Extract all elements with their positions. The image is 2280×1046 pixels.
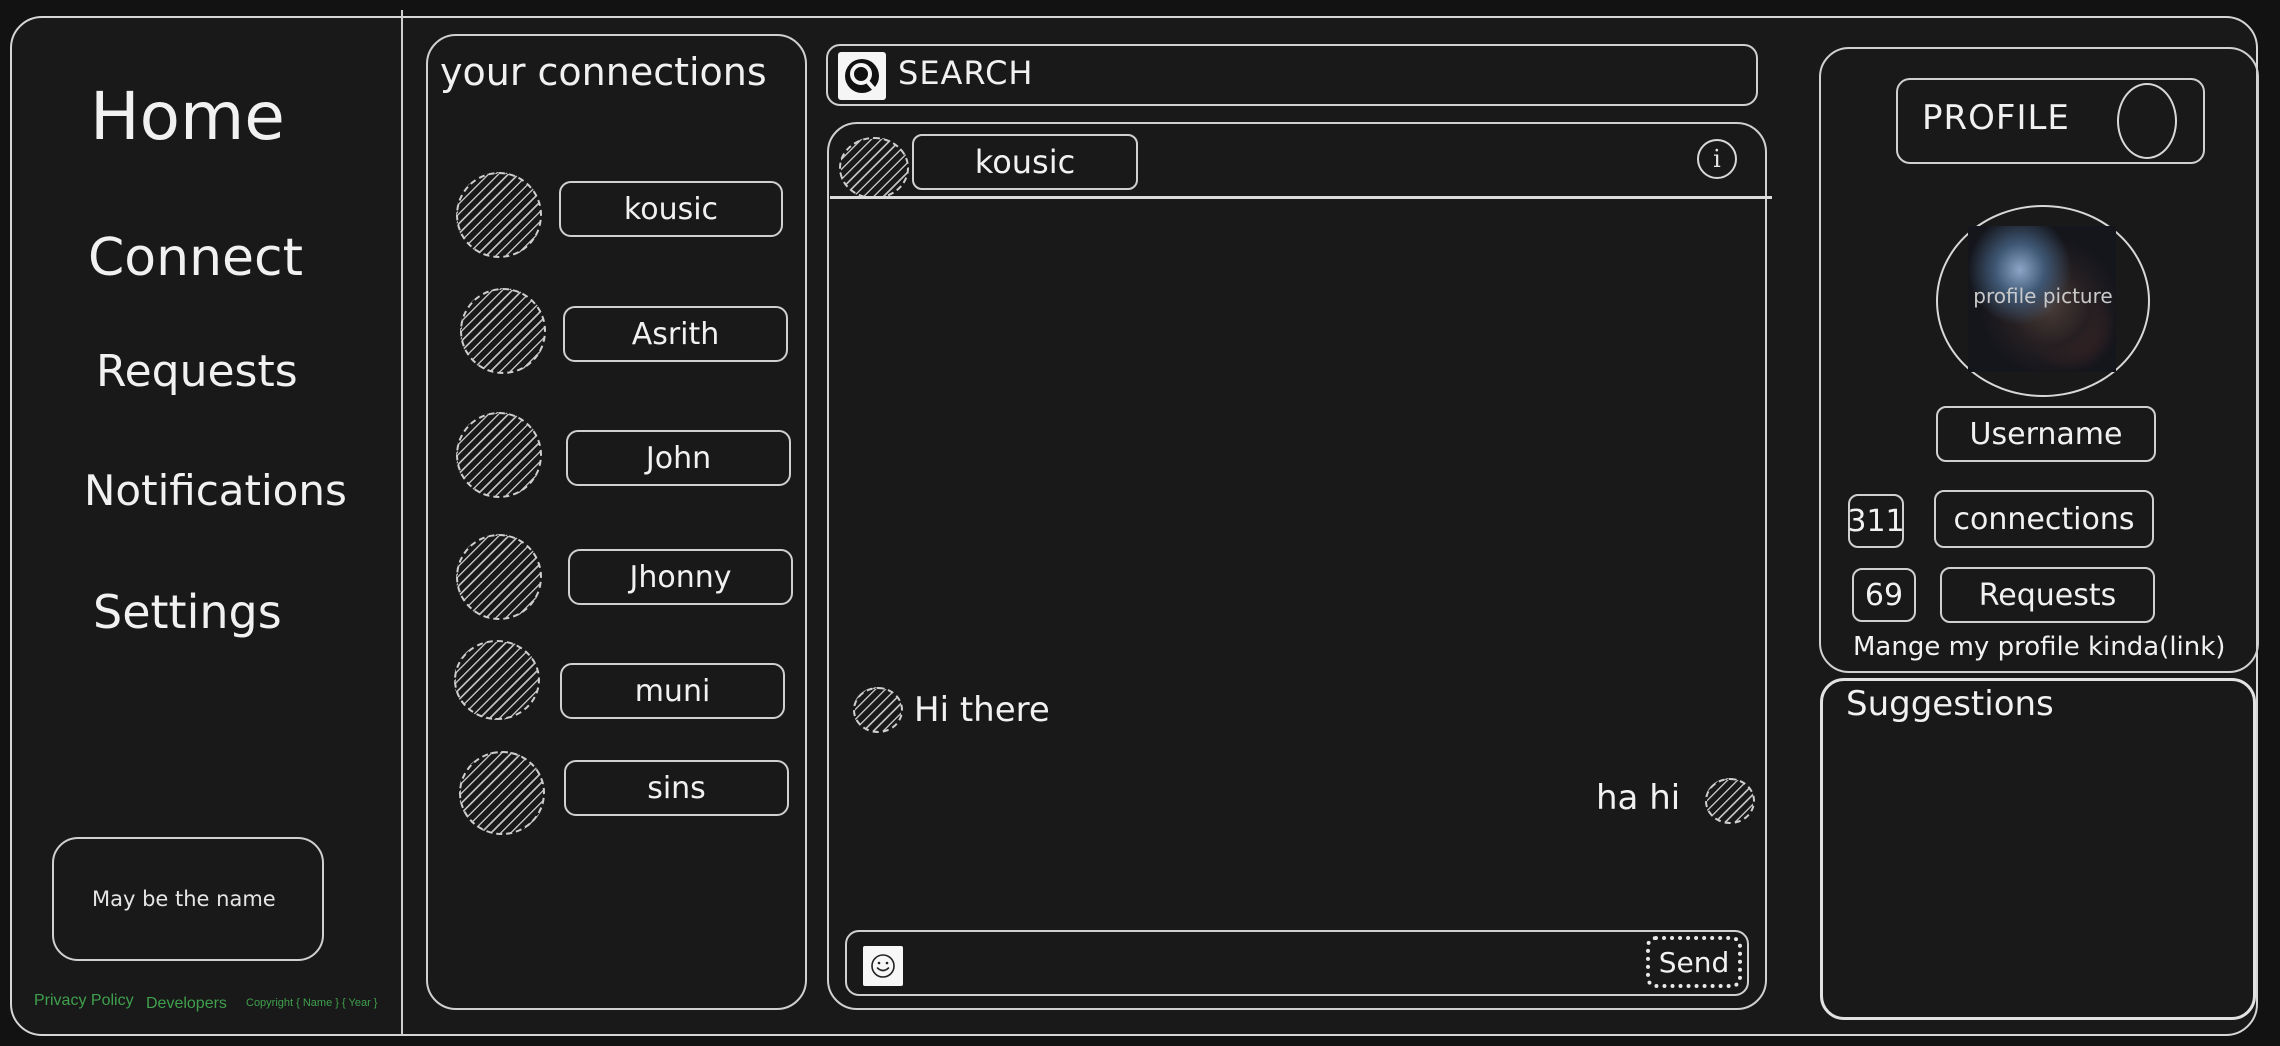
- send-button[interactable]: Send: [1646, 936, 1742, 988]
- chat-contact-avatar[interactable]: [839, 137, 909, 199]
- nav-connect[interactable]: Connect: [88, 228, 303, 288]
- connection-item[interactable]: Jhonny: [568, 549, 793, 605]
- connection-item[interactable]: Asrith: [563, 306, 788, 362]
- connection-avatar[interactable]: [456, 412, 542, 498]
- name-box: May be the name: [52, 837, 324, 961]
- requests-stat[interactable]: Requests: [1940, 567, 2155, 623]
- connection-name: Asrith: [631, 316, 720, 352]
- connection-item[interactable]: kousic: [559, 181, 783, 237]
- copyright-text: Copyright { Name } { Year }: [246, 997, 378, 1009]
- profile-toggle[interactable]: [2117, 83, 2177, 159]
- privacy-policy-link[interactable]: Privacy Policy: [34, 992, 134, 1010]
- connection-avatar[interactable]: [456, 172, 542, 258]
- message-input[interactable]: [920, 940, 1620, 988]
- nav-requests[interactable]: Requests: [96, 346, 298, 397]
- message-avatar: [853, 687, 903, 733]
- connections-count-value: 311: [1847, 503, 1905, 539]
- connection-avatar[interactable]: [454, 640, 540, 720]
- avatar-caption: profile picture: [1973, 284, 2113, 308]
- message-outgoing: ha hi: [1596, 778, 1681, 818]
- connection-avatar[interactable]: [459, 751, 545, 835]
- nav-home[interactable]: Home: [90, 78, 285, 155]
- connections-stat-label: connections: [1953, 501, 2135, 537]
- connection-name: John: [645, 440, 712, 476]
- connection-item[interactable]: sins: [564, 760, 789, 816]
- suggestions-title: Suggestions: [1846, 684, 2054, 724]
- connection-name: Jhonny: [629, 559, 732, 595]
- connection-avatar[interactable]: [456, 534, 542, 620]
- username-box: Username: [1936, 406, 2156, 462]
- connection-name: sins: [647, 770, 706, 806]
- name-box-label: May be the name: [92, 887, 276, 911]
- search-label[interactable]: SEARCH: [898, 54, 1033, 92]
- chat-contact-name[interactable]: kousic: [912, 134, 1138, 190]
- nav-notifications[interactable]: Notifications: [84, 466, 347, 515]
- sidebar-divider: [401, 10, 403, 1036]
- message-incoming: Hi there: [914, 690, 1050, 730]
- requests-count: 69: [1852, 568, 1916, 622]
- connection-name: kousic: [623, 191, 719, 227]
- requests-count-value: 69: [1864, 577, 1904, 613]
- info-icon[interactable]: i: [1697, 139, 1737, 179]
- smiley-icon[interactable]: [863, 946, 903, 986]
- connections-stat[interactable]: connections: [1934, 490, 2154, 548]
- connections-count: 311: [1847, 494, 1905, 548]
- chat-panel: [827, 122, 1767, 1010]
- message-avatar: [1705, 778, 1755, 824]
- search-icon[interactable]: [838, 52, 886, 100]
- nav-settings[interactable]: Settings: [93, 585, 282, 639]
- connection-item[interactable]: John: [566, 430, 791, 486]
- connections-title: your connections: [440, 50, 767, 94]
- connection-avatar[interactable]: [460, 288, 546, 374]
- connection-item[interactable]: muni: [560, 663, 785, 719]
- manage-profile-link[interactable]: Mange my profile kinda(link): [1853, 632, 2225, 662]
- profile-title: PROFILE: [1922, 98, 2070, 138]
- chat-header-divider: [830, 196, 1772, 199]
- username: Username: [1969, 416, 2123, 452]
- requests-stat-label: Requests: [1978, 577, 2117, 613]
- connection-name: muni: [634, 673, 711, 709]
- developers-link[interactable]: Developers: [146, 995, 227, 1013]
- chat-contact-label: kousic: [974, 143, 1076, 181]
- suggestions-panel: [1820, 678, 2256, 1020]
